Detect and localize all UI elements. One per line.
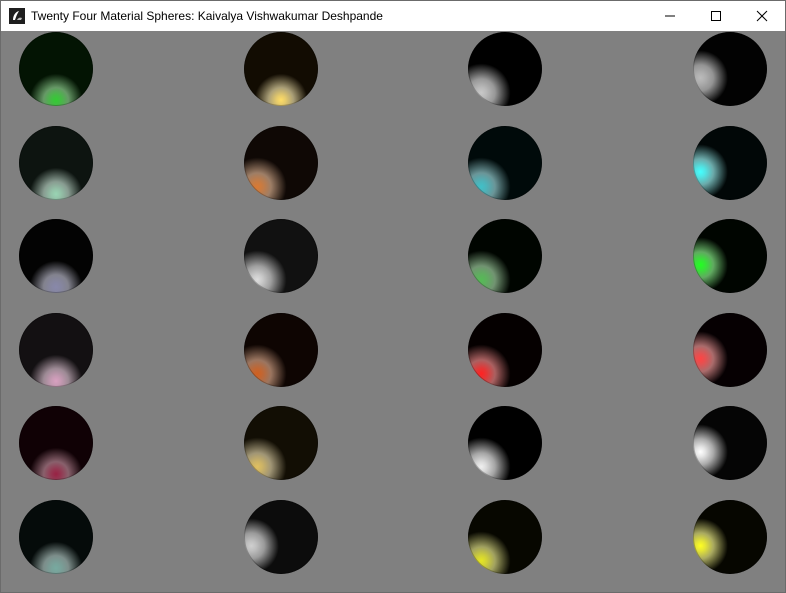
sphere-bronze (244, 126, 318, 200)
maximize-button[interactable] (693, 1, 739, 31)
sphere-red-rubber (693, 313, 767, 387)
window-title: Twenty Four Material Spheres: Kaivalya V… (31, 9, 383, 23)
sphere-jade (19, 126, 93, 200)
sphere-black-plastic (468, 32, 542, 106)
sphere-yellow-rubber (693, 500, 767, 574)
sphere-obsidian (19, 219, 93, 293)
sphere-gold (244, 406, 318, 480)
close-button[interactable] (739, 1, 785, 31)
window-controls (647, 1, 785, 31)
sphere-white-plastic (468, 406, 542, 480)
sphere-pearl (19, 313, 93, 387)
sphere-brass (244, 32, 318, 106)
sphere-copper (244, 313, 318, 387)
maximize-icon (711, 11, 721, 21)
minimize-button[interactable] (647, 1, 693, 31)
close-icon (756, 10, 768, 22)
sphere-turquoise (19, 500, 93, 574)
sphere-ruby (19, 406, 93, 480)
sphere-red-plastic (468, 313, 542, 387)
render-canvas[interactable] (1, 32, 785, 592)
sphere-black-rubber (693, 32, 767, 106)
sphere-chrome (244, 219, 318, 293)
sphere-white-rubber (693, 406, 767, 480)
app-window: Twenty Four Material Spheres: Kaivalya V… (0, 0, 786, 593)
sphere-emerald (19, 32, 93, 106)
sphere-green-rubber (693, 219, 767, 293)
minimize-icon (665, 15, 675, 17)
sphere-green-plastic (468, 219, 542, 293)
app-icon[interactable] (9, 8, 25, 24)
sphere-cyan-plastic (468, 126, 542, 200)
title-bar[interactable]: Twenty Four Material Spheres: Kaivalya V… (1, 1, 785, 31)
sphere-cyan-rubber (693, 126, 767, 200)
sphere-yellow-plastic (468, 500, 542, 574)
sphere-silver (244, 500, 318, 574)
